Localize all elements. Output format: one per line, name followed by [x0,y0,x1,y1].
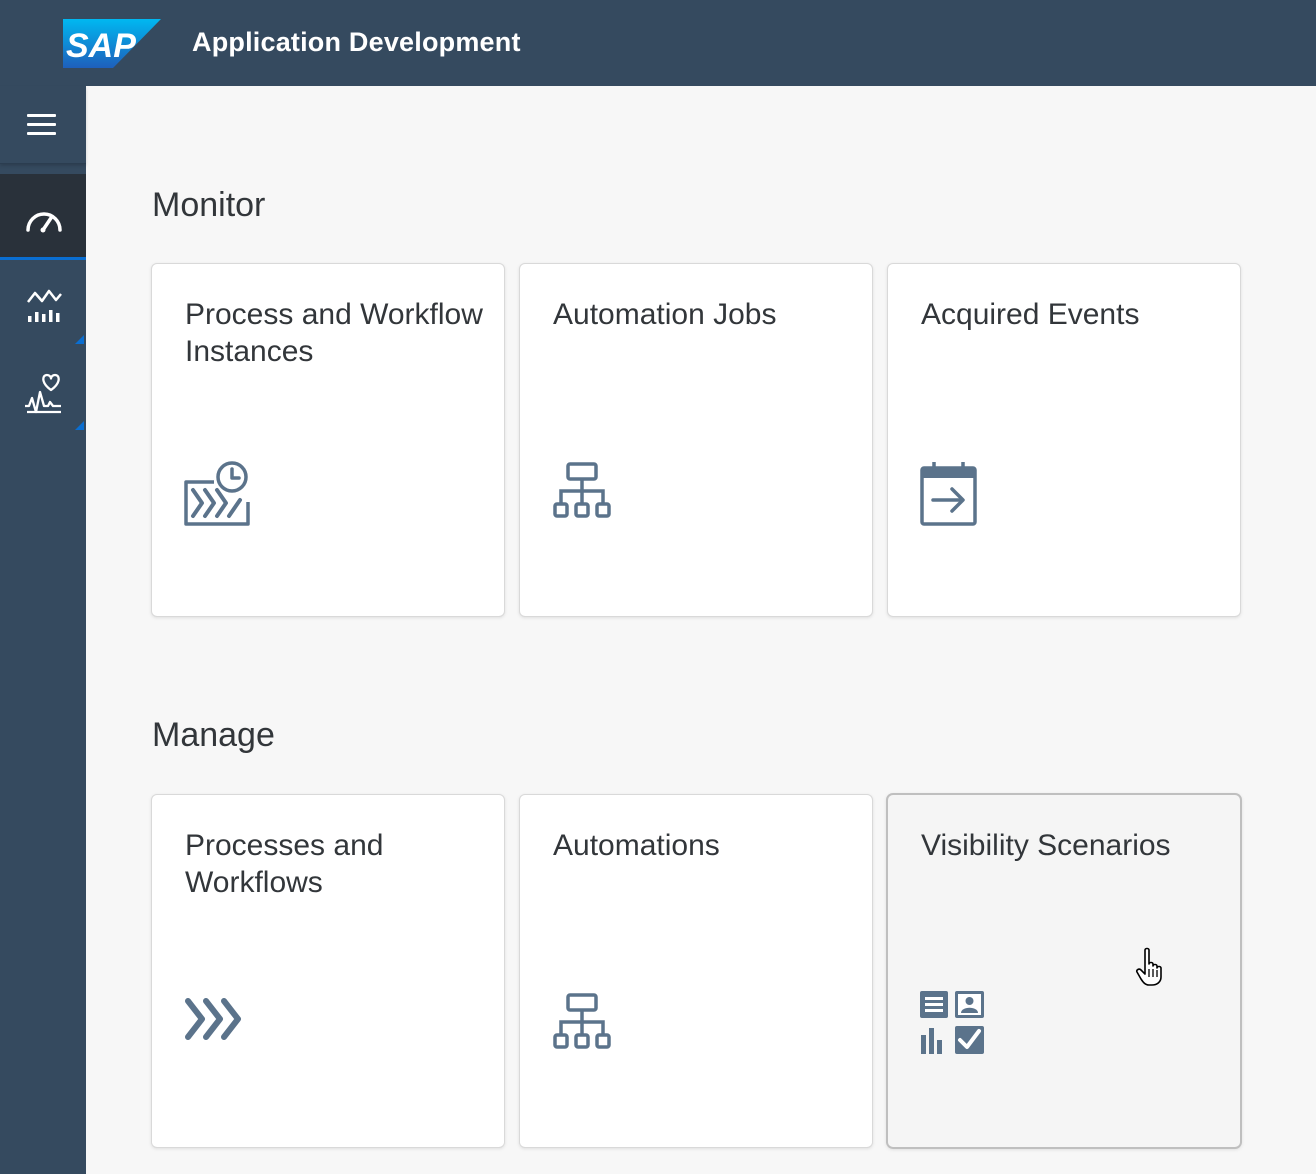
tile-title: Acquired Events [921,298,1140,331]
process-chevrons-icon [185,998,241,1040]
tile-title: Automations [553,829,720,862]
menu-icon [27,114,56,135]
expand-indicator [75,335,84,344]
process-instances-icon [184,461,250,526]
health-monitor-icon [25,373,61,414]
tile-title: Visibility Scenarios [921,829,1171,862]
tile-title: Process and Workflow Instances [185,298,483,368]
tile-automations[interactable]: Automations [519,794,873,1148]
tile-title: Automation Jobs [553,298,777,331]
hand-pointer-cursor-icon [1136,947,1162,986]
expand-indicator [75,421,84,430]
tile-automation-jobs[interactable]: Automation Jobs [519,263,873,617]
tile-processes-workflows[interactable]: Processes and Workflows [151,794,505,1148]
tile-acquired-events[interactable]: Acquired Events [887,263,1241,617]
tile-process-workflow-instances[interactable]: Process and Workflow Instances [151,263,505,617]
hierarchy-icon [553,993,611,1049]
nav-item-performance[interactable] [0,264,86,350]
hierarchy-icon [553,462,611,518]
side-navigation [0,86,86,1174]
menu-button[interactable] [0,86,86,164]
dashboard-gauge-icon [26,212,62,233]
sap-logo[interactable]: SAP [63,19,161,68]
nav-item-health[interactable] [0,350,86,436]
nav-item-monitor-dashboard[interactable] [0,174,86,260]
performance-chart-icon [27,289,62,322]
calendar-arrow-icon [920,462,977,526]
visibility-scenarios-icon [920,991,984,1054]
tile-title: Processes and Workflows [185,829,384,899]
shell-bar: SAP Application Development [0,0,1316,86]
tile-visibility-scenarios[interactable]: Visibility Scenarios [887,794,1241,1148]
svg-text:SAP: SAP [66,27,136,65]
app-title: Application Development [192,27,521,57]
section-title-monitor: Monitor [152,186,266,224]
section-title-manage: Manage [152,716,275,754]
